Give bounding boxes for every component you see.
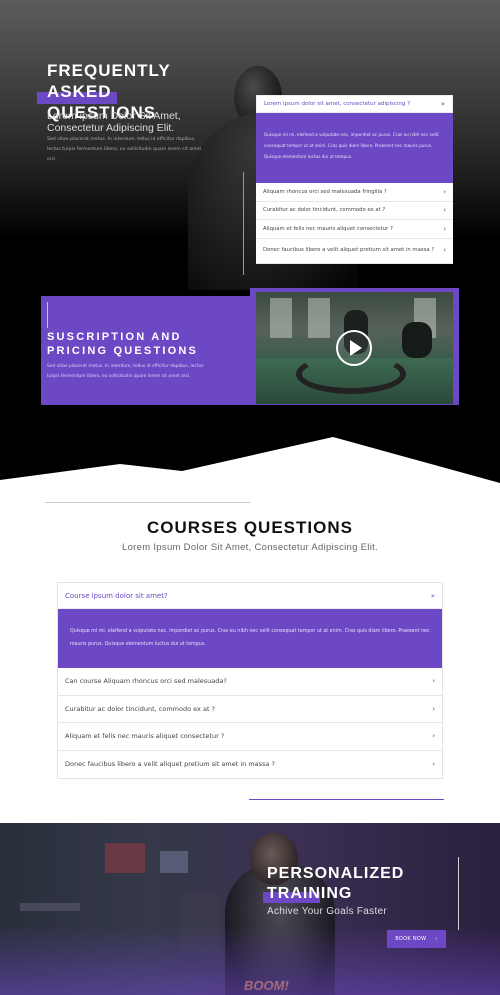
accordion-item-open[interactable]: Course ipsum dolor sit amet? » [58,583,442,609]
courses-subtitle: Lorem Ipsum Dolor Sit Amet, Consectetur … [122,542,378,553]
chevron-right-icon: › [443,224,446,233]
accordion-item[interactable]: Donec faucibus libero a velit aliquet pr… [256,239,453,264]
training-subtitle: Achive Your Goals Faster [267,906,388,917]
accordion-question: Course ipsum dolor sit amet? [65,591,168,600]
gym-window [270,298,292,338]
accordion-question: Aliquam rhoncus orci sed malesuada fring… [263,188,387,195]
accordion-item[interactable]: Aliquam rhoncus orci sed malesuada fring… [256,183,453,202]
gym-equipment [20,903,80,911]
chevron-right-icon: › [443,246,446,254]
vertical-divider [47,302,48,328]
gym-equipment [105,843,145,873]
accordion-question: Curabitur ac dolor tincidunt, commodo ex… [263,207,386,214]
vertical-divider [458,857,459,930]
play-icon[interactable] [350,340,362,356]
accordion-item-open[interactable]: Lorem ipsum dolor sit amet, consectetur … [256,95,453,113]
book-now-label: BOOK NOW [395,936,427,942]
book-now-button[interactable]: BOOK NOW › [387,930,446,948]
accordion-question: Lorem ipsum dolor sit amet, consectetur … [264,101,411,107]
gym-equipment [160,851,188,873]
accordion-item[interactable]: Curabitur ac dolor tincidunt, commodo ex… [256,202,453,220]
subscription-body-text: Sed vitae placerat metus. In interdum, t… [47,364,204,379]
faq-body-text: Sed vitae placerat metus. In interdum, t… [47,137,202,162]
athlete-figure [402,322,432,358]
courses-accordion: Course ipsum dolor sit amet? » Quisque m… [57,582,443,779]
horizontal-divider-accent [249,799,444,800]
chevron-right-icon: › [432,732,435,741]
gym-window [308,298,330,338]
accordion-question: Curabitur ac dolor tincidunt, commodo ex… [65,704,216,713]
accordion-item[interactable]: Aliquam et felis nec mauris aliquet cons… [58,723,442,751]
chevron-right-icon: › [432,704,435,713]
training-section: BOOM! [0,823,500,995]
vertical-divider [243,172,244,275]
accordion-question: Can course Aliquam rhoncus orci sed male… [65,677,227,686]
accordion-question: Donec faucibus libero a velit aliquet pr… [65,760,275,769]
accordion-item[interactable]: Can course Aliquam rhoncus orci sed male… [58,668,442,696]
chevron-double-down-icon[interactable]: » [431,592,435,600]
accordion-item[interactable]: Curabitur ac dolor tincidunt, commodo ex… [58,696,442,723]
accordion-item[interactable]: Aliquam et felis nec mauris aliquet cons… [256,220,453,239]
chevron-right-icon: › [443,187,446,196]
chevron-right-icon: › [432,677,435,686]
subscription-title: SUSCRIPTION AND PRICING QUESTIONS [47,331,199,357]
chevron-right-icon: › [432,760,435,769]
faq-accordion: Lorem ipsum dolor sit amet, consectetur … [256,95,453,264]
chevron-double-down-icon[interactable]: » [441,100,445,108]
accordion-answer: Quisque mi mi, eleifend a vulputate nec,… [256,113,453,183]
chevron-right-icon: › [435,936,438,942]
courses-title: COURSES QUESTIONS [147,518,353,537]
faq-subtitle: Lorem ipsum Dolor Sit Amet, Consectetur … [47,110,181,134]
horizontal-divider [45,502,250,503]
accordion-question: Aliquam et felis nec mauris aliquet cons… [263,225,393,232]
training-title: PERSONALIZED TRAINING [267,865,405,902]
accordion-question: Donec faucibus libero a velit aliquet pr… [263,247,435,253]
accordion-item[interactable]: Donec faucibus libero a velit aliquet pr… [58,751,442,779]
accordion-answer: Quisque mi mi, eleifend a vulputate nec,… [58,609,442,668]
accordion-question: Aliquam et felis nec mauris aliquet cons… [65,732,225,741]
chevron-right-icon: › [443,206,446,215]
